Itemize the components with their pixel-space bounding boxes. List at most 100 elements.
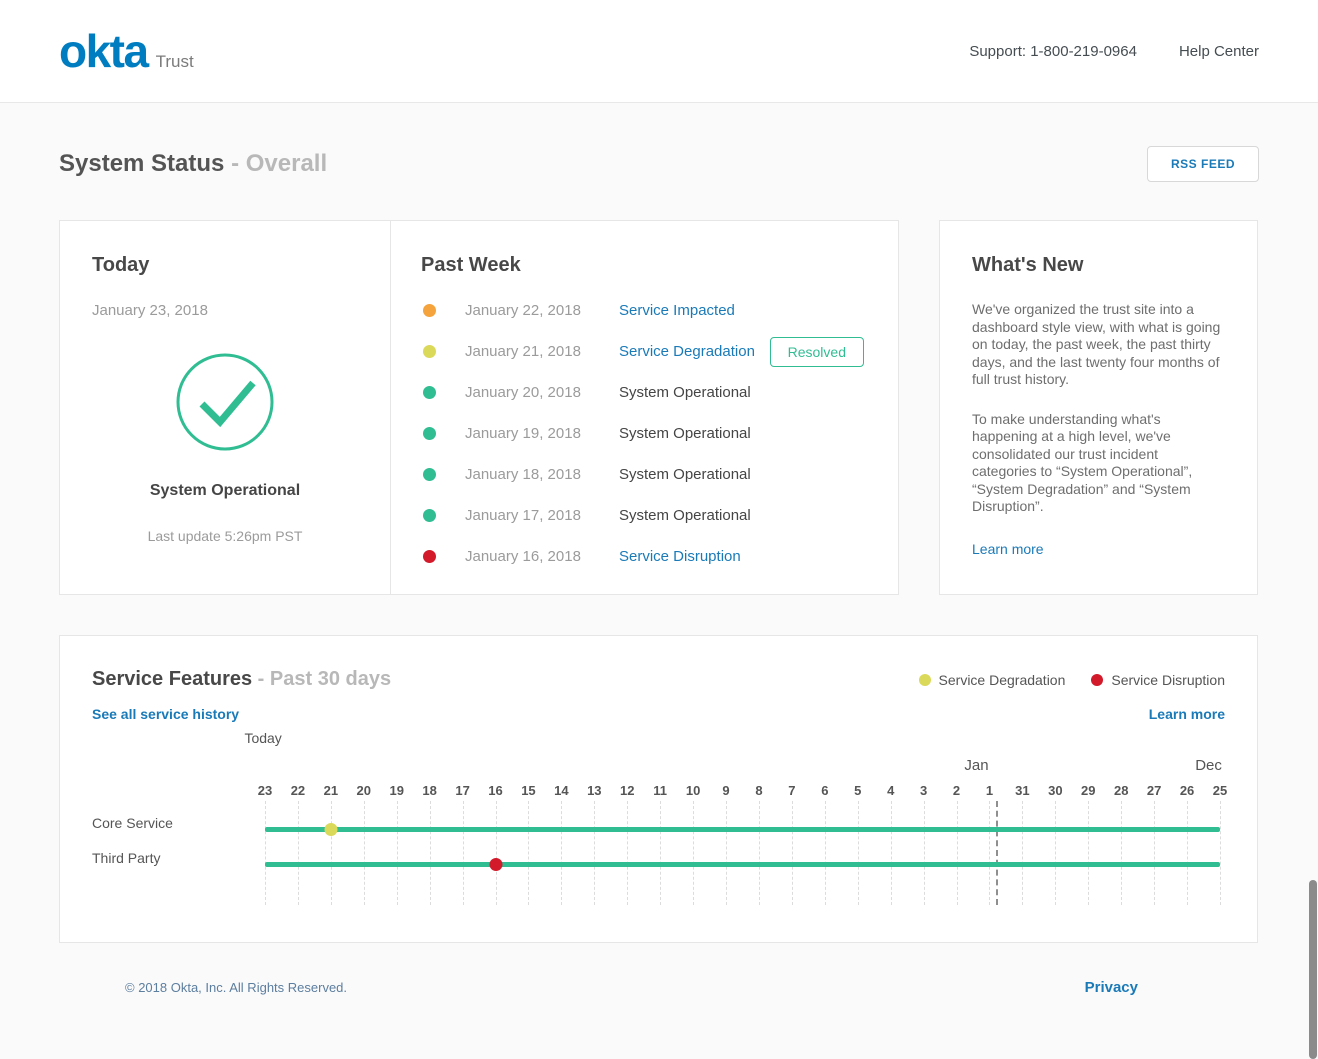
past-week-rows: January 22, 2018Service ImpactedJanuary … — [421, 290, 868, 577]
past-week-status[interactable]: Service Degradation — [619, 343, 755, 360]
past-week-row: January 18, 2018System Operational — [421, 454, 868, 495]
day-gridline — [1022, 801, 1023, 905]
day-tick-label: 23 — [258, 783, 272, 798]
copyright-text: © 2018 Okta, Inc. All Rights Reserved. — [125, 980, 347, 995]
day-tick-label: 11 — [653, 783, 667, 798]
day-tick-label: 6 — [821, 783, 828, 798]
day-tick-label: 8 — [755, 783, 762, 798]
day-tick-label: 9 — [722, 783, 729, 798]
whats-new-heading: What's New — [972, 254, 1225, 277]
past-week-date: January 18, 2018 — [465, 466, 619, 483]
day-gridline — [561, 801, 562, 905]
chart-today-label: Today — [244, 730, 281, 746]
legend-dot-disruption-icon — [1091, 674, 1103, 686]
status-dot-degradation-icon — [423, 345, 436, 358]
day-gridline — [397, 801, 398, 905]
day-gridline — [496, 801, 497, 905]
day-gridline — [594, 801, 595, 905]
service-features-heading: Service Features — [92, 668, 252, 690]
day-gridline — [957, 801, 958, 905]
features-learn-more-link[interactable]: Learn more — [1149, 706, 1225, 722]
day-tick-label: 5 — [854, 783, 861, 798]
past-week-section: Past Week January 22, 2018Service Impact… — [391, 221, 898, 594]
operational-check-icon — [175, 352, 275, 452]
whats-new-paragraph-1: We've organized the trust site into a da… — [972, 301, 1225, 389]
past-week-row: January 22, 2018Service Impacted — [421, 290, 868, 331]
day-gridline — [825, 801, 826, 905]
day-gridline — [265, 801, 266, 905]
status-dot-impacted-icon — [423, 304, 436, 317]
day-tick-label: 21 — [324, 783, 338, 798]
legend-dot-degradation-icon — [919, 674, 931, 686]
day-tick-label: 28 — [1114, 783, 1128, 798]
past-week-row: January 21, 2018Service DegradationResol… — [421, 331, 868, 372]
status-cards-row: Today January 23, 2018 System Operationa… — [59, 220, 1259, 595]
past-week-status: System Operational — [619, 425, 751, 442]
day-tick-label: 10 — [686, 783, 700, 798]
month-label-jan: Jan — [964, 757, 988, 774]
past-week-date: January 16, 2018 — [465, 548, 619, 565]
day-tick-label: 27 — [1147, 783, 1161, 798]
day-tick-label: 17 — [455, 783, 469, 798]
chart-row-labels: Core ServiceThird Party — [92, 730, 265, 912]
day-tick-label: 20 — [357, 783, 371, 798]
last-update: Last update 5:26pm PST — [92, 528, 358, 544]
today-status: System Operational — [92, 482, 358, 500]
page-title-suffix: - Overall — [231, 150, 327, 177]
whats-new-learn-more-link[interactable]: Learn more — [972, 541, 1044, 557]
day-gridline — [858, 801, 859, 905]
past-week-date: January 20, 2018 — [465, 384, 619, 401]
legend-label: Service Disruption — [1111, 672, 1225, 688]
day-tick-label: 1 — [986, 783, 993, 798]
status-dot-operational-icon — [423, 427, 436, 440]
incident-dot-degradation[interactable] — [324, 823, 337, 836]
incident-dot-disruption[interactable] — [489, 858, 502, 871]
past-week-date: January 17, 2018 — [465, 507, 619, 524]
month-boundary-line — [996, 801, 998, 905]
today-section: Today January 23, 2018 System Operationa… — [60, 221, 391, 594]
past-week-status[interactable]: Service Impacted — [619, 302, 735, 319]
status-dot-operational-icon — [423, 509, 436, 522]
footer: © 2018 Okta, Inc. All Rights Reserved. P… — [59, 979, 1259, 996]
service-features-header: Service Features - Past 30 days Service … — [92, 668, 1225, 691]
header-links: Support: 1-800-219-0964 Help Center — [969, 43, 1259, 60]
chart-legend: Service Degradation Service Disruption — [919, 672, 1225, 688]
today-heading: Today — [92, 254, 358, 277]
main-content: System Status - Overall RSS FEED Today J… — [0, 146, 1318, 996]
service-timeline-chart: Core ServiceThird Party Today 2322212019… — [92, 730, 1225, 912]
legend-item-disruption: Service Disruption — [1091, 672, 1225, 688]
past-week-date: January 21, 2018 — [465, 343, 619, 360]
past-week-status: System Operational — [619, 466, 751, 483]
whats-new-paragraph-2: To make understanding what's happening a… — [972, 411, 1225, 516]
legend-item-degradation: Service Degradation — [919, 672, 1066, 688]
chart-row-label: Third Party — [92, 850, 160, 866]
day-gridline — [1220, 801, 1221, 905]
status-dot-operational-icon — [423, 468, 436, 481]
day-gridline — [1121, 801, 1122, 905]
day-tick-label: 7 — [788, 783, 795, 798]
okta-logo[interactable]: okta — [59, 28, 148, 74]
rss-feed-button[interactable]: RSS FEED — [1147, 146, 1259, 182]
help-center-link[interactable]: Help Center — [1179, 43, 1259, 60]
header: okta Trust Support: 1-800-219-0964 Help … — [0, 0, 1318, 103]
scrollbar-thumb[interactable] — [1309, 880, 1317, 1059]
logo-subtitle: Trust — [156, 52, 194, 72]
see-all-service-history-link[interactable]: See all service history — [92, 706, 239, 722]
day-tick-label: 15 — [521, 783, 535, 798]
day-tick-label: 2 — [953, 783, 960, 798]
status-dot-operational-icon — [423, 386, 436, 399]
past-week-status[interactable]: Service Disruption — [619, 548, 741, 565]
day-tick-label: 12 — [620, 783, 634, 798]
day-tick-label: 26 — [1180, 783, 1194, 798]
privacy-link[interactable]: Privacy — [1085, 979, 1138, 996]
past-week-row: January 17, 2018System Operational — [421, 495, 868, 536]
past-week-status: System Operational — [619, 507, 751, 524]
status-dot-disruption-icon — [423, 550, 436, 563]
day-tick-label: 4 — [887, 783, 894, 798]
past-week-heading: Past Week — [421, 254, 868, 277]
service-features-links: See all service history Learn more — [92, 706, 1225, 722]
day-gridline — [1154, 801, 1155, 905]
day-tick-label: 16 — [488, 783, 502, 798]
day-tick-label: 31 — [1015, 783, 1029, 798]
service-status-line — [265, 827, 1220, 832]
